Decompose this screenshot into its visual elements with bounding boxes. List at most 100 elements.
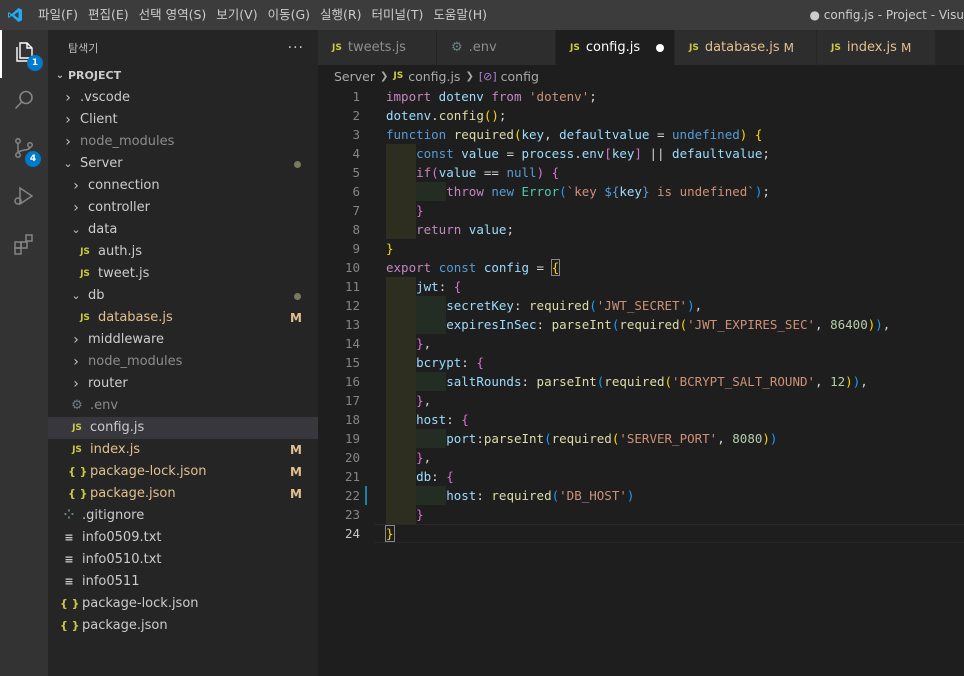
- code-token: 'JWT_SECRET': [596, 298, 688, 313]
- menu-item[interactable]: 편집(E): [83, 0, 134, 30]
- chevron-down-icon: ⌄: [71, 289, 81, 302]
- code-token: ==: [476, 165, 507, 180]
- breadcrumb-symbol[interactable]: config: [501, 69, 539, 84]
- tree-file[interactable]: JS config.js: [48, 417, 318, 439]
- code-token: throw: [446, 184, 484, 199]
- code-token: (: [551, 488, 560, 503]
- chevron-right-icon: ›: [73, 332, 79, 348]
- tree-file[interactable]: { } package.json: [48, 615, 318, 637]
- tab-tweets-js[interactable]: JS tweets.js: [318, 30, 437, 65]
- breadcrumb-file[interactable]: config.js: [408, 69, 460, 84]
- unsaved-dot-icon[interactable]: [656, 44, 664, 52]
- chevron-right-icon: ›: [73, 178, 79, 194]
- code-text: db: {: [386, 467, 454, 486]
- tree-folder[interactable]: › Client: [48, 109, 318, 131]
- code-token: jwt: [416, 279, 439, 294]
- tree-folder[interactable]: ⌄ data: [48, 219, 318, 241]
- code-token: from: [491, 89, 522, 104]
- code-token: [: [604, 146, 612, 161]
- tree-folder[interactable]: › middleware: [48, 329, 318, 351]
- menu-item[interactable]: 실행(R): [315, 0, 366, 30]
- more-actions-icon[interactable]: ···: [288, 40, 304, 56]
- tree-folder[interactable]: › node_modules: [48, 131, 318, 153]
- code-token: null: [506, 165, 537, 180]
- extensions-icon: [12, 232, 36, 260]
- tree-item-label: middleware: [88, 332, 165, 347]
- menu-item[interactable]: 터미널(T): [367, 0, 429, 30]
- explorer-activity-button[interactable]: 1: [0, 30, 48, 78]
- search-activity-button[interactable]: [0, 78, 48, 126]
- line-number: 2: [352, 108, 360, 123]
- tab-config-js[interactable]: JS config.js: [556, 30, 675, 65]
- code-token: const: [438, 260, 477, 275]
- line-number: 18: [344, 412, 360, 427]
- tree-file[interactable]: ⚙ .env: [48, 395, 318, 417]
- code-token: }: [416, 203, 424, 218]
- tree-file[interactable]: ≡ info0511: [48, 571, 318, 593]
- tab-index-js[interactable]: JS index.js M: [817, 30, 936, 65]
- tree-file[interactable]: JS index.js M: [48, 439, 318, 461]
- json-file-icon: { }: [60, 619, 80, 632]
- code-text: expiresInSec: parseInt(required('JWT_EXP…: [386, 315, 890, 334]
- code-token: value: [468, 222, 507, 237]
- menu-item[interactable]: 파일(F): [33, 0, 83, 30]
- tab-database-js[interactable]: JS database.js M: [675, 30, 817, 65]
- code-token: }: [416, 507, 424, 522]
- tab--env[interactable]: ⚙ .env: [437, 30, 556, 65]
- js-file-icon: JS: [393, 71, 404, 81]
- git-modified-badge: M: [290, 311, 302, 325]
- scm-badge: 4: [25, 151, 41, 167]
- code-text: dotenv.config();: [386, 106, 506, 125]
- tree-file[interactable]: JS auth.js: [48, 241, 318, 263]
- menu-bar: 파일(F) 편집(E) 선택 영역(S) 보기(V) 이동(G) 실행(R) 터미널(T) 도…: [30, 0, 492, 30]
- tree-file[interactable]: JS database.js M: [48, 307, 318, 329]
- js-file-icon: JS: [689, 42, 699, 53]
- tree-folder[interactable]: › connection: [48, 175, 318, 197]
- tree-folder[interactable]: › router: [48, 373, 318, 395]
- git-modified-badge: M: [900, 40, 912, 55]
- tree-item-label: package-lock.json: [82, 596, 199, 611]
- tree-folder[interactable]: ⌄ Server: [48, 153, 318, 175]
- menu-item[interactable]: 이동(G): [263, 0, 315, 30]
- tree-file[interactable]: { } package-lock.json M: [48, 461, 318, 483]
- tree-file[interactable]: { } package.json M: [48, 483, 318, 505]
- tree-folder[interactable]: › controller: [48, 197, 318, 219]
- code-text: return value;: [386, 220, 514, 239]
- code-token: config: [483, 260, 530, 275]
- tree-folder[interactable]: › .vscode: [48, 87, 318, 109]
- code-editor[interactable]: 1 import dotenv from 'dotenv'; 2 dotenv.con…: [318, 87, 964, 676]
- tree-file[interactable]: ⁘ .gitignore: [48, 505, 318, 527]
- code-token: ,: [815, 374, 831, 389]
- line-number: 21: [344, 469, 360, 484]
- menu-item[interactable]: 도움말(H): [428, 0, 492, 30]
- breadcrumb-folder[interactable]: Server: [334, 69, 375, 84]
- tree-file[interactable]: { } package-lock.json: [48, 593, 318, 615]
- code-line: 13 expiresInSec: parseInt(required('JWT_…: [318, 315, 964, 334]
- menu-item[interactable]: 선택 영역(S): [134, 0, 212, 30]
- tree-file[interactable]: ≡ info0509.txt: [48, 527, 318, 549]
- json-file-icon: { }: [68, 487, 88, 500]
- source-control-activity-button[interactable]: 4: [0, 126, 48, 174]
- code-token: required: [604, 374, 665, 389]
- code-token: (: [679, 317, 688, 332]
- run-debug-activity-button[interactable]: [0, 174, 48, 222]
- tree-file[interactable]: ≡ info0510.txt: [48, 549, 318, 571]
- vscode-logo-icon: [0, 0, 30, 30]
- tree-file[interactable]: JS tweet.js: [48, 263, 318, 285]
- tree-folder[interactable]: › node_modules: [48, 351, 318, 373]
- tree-folder[interactable]: ⌄ db: [48, 285, 318, 307]
- code-token: }: [386, 241, 394, 256]
- extensions-activity-button[interactable]: [0, 222, 48, 270]
- tree-item-label: router: [88, 376, 128, 391]
- project-root[interactable]: ⌄ PROJECT: [48, 65, 318, 87]
- code-token: :: [431, 469, 447, 484]
- code-line: 21 db: {: [318, 467, 964, 486]
- code-token: {: [754, 127, 763, 142]
- menu-item[interactable]: 보기(V): [211, 0, 262, 30]
